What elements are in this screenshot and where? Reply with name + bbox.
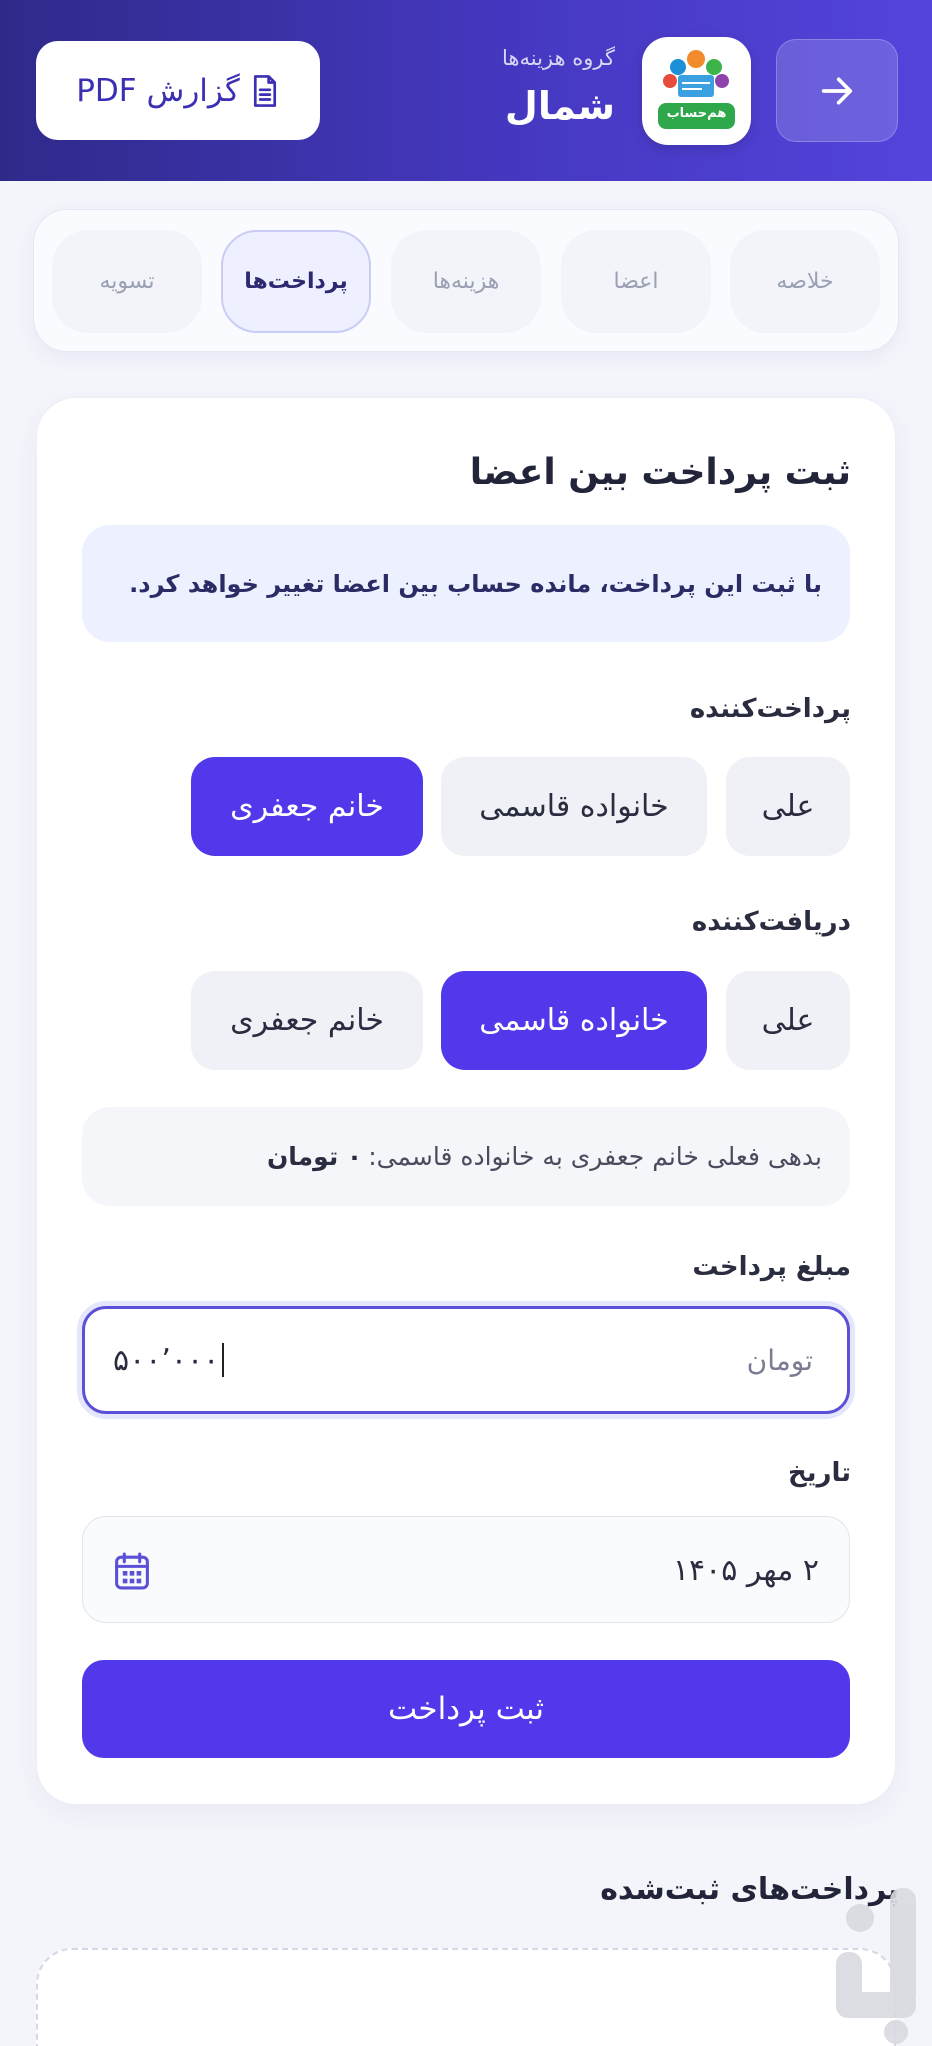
store-watermark-icon <box>836 1888 916 2044</box>
tab-expenses[interactable]: هزینه‌ها <box>391 230 541 333</box>
receiver-option-ghasemi[interactable]: خانواده قاسمی <box>441 971 707 1070</box>
date-label: تاریخ <box>788 1458 851 1488</box>
text-caret <box>222 1343 225 1377</box>
tab-summary[interactable]: خلاصه <box>730 230 880 333</box>
receiver-label: دریافت‌کننده <box>691 907 851 937</box>
document-icon <box>253 74 276 107</box>
group-subtitle: گروه هزینه‌ها <box>502 46 615 70</box>
logo-text: هم‌حساب <box>666 106 727 121</box>
payer-label: پرداخت‌کننده <box>689 694 851 724</box>
app-header: هم‌حساب گروه هزینه‌ها شمال گزارش PDF <box>0 0 932 181</box>
submit-payment-button[interactable]: ثبت پرداخت <box>82 1660 850 1758</box>
calendar-icon <box>115 1552 149 1590</box>
amount-input[interactable]: تومان ۵۰۰٬۰۰۰ <box>82 1306 850 1414</box>
group-title: شمال <box>504 84 615 128</box>
amount-value-text: ۵۰۰٬۰۰۰ <box>113 1342 220 1378</box>
debt-amount: ۰ تومان <box>266 1142 363 1171</box>
payments-list-empty <box>36 1948 896 2046</box>
tab-members[interactable]: اعضا <box>561 230 711 333</box>
tab-bar: خلاصه اعضا هزینه‌ها پرداخت‌ها تسویه <box>33 209 899 352</box>
tab-payments[interactable]: پرداخت‌ها <box>221 230 371 333</box>
tab-settlement[interactable]: تسویه <box>52 230 202 333</box>
pdf-report-label: گزارش PDF <box>76 72 240 109</box>
receiver-option-jafari[interactable]: خانم جعفری <box>191 971 423 1070</box>
arrow-right-icon <box>821 77 853 104</box>
date-value: ۲ مهر ۱۴۰۵ <box>672 1553 819 1588</box>
form-title: ثبت پرداخت بین اعضا <box>469 452 851 493</box>
amount-unit: تومان <box>746 1343 813 1377</box>
back-button[interactable] <box>776 39 898 142</box>
payer-option-ali[interactable]: علی <box>726 757 850 856</box>
payer-option-ghasemi[interactable]: خانواده قاسمی <box>441 757 707 856</box>
info-text: با ثبت این پرداخت، مانده حساب بین اعضا ت… <box>129 569 822 598</box>
info-notice: با ثبت این پرداخت، مانده حساب بین اعضا ت… <box>82 525 850 642</box>
app-logo: هم‌حساب <box>642 37 751 145</box>
payer-option-jafari[interactable]: خانم جعفری <box>191 757 423 856</box>
current-debt-box: بدهی فعلی خانم جعفری به خانواده قاسمی: ۰… <box>82 1107 850 1206</box>
amount-value: ۵۰۰٬۰۰۰ <box>113 1309 225 1411</box>
debt-text: بدهی فعلی خانم جعفری به خانواده قاسمی: <box>368 1142 822 1171</box>
amount-label: مبلغ پرداخت <box>692 1252 851 1282</box>
receiver-option-ali[interactable]: علی <box>726 971 850 1070</box>
date-picker[interactable]: ۲ مهر ۱۴۰۵ <box>82 1516 850 1623</box>
pdf-report-button[interactable]: گزارش PDF <box>36 41 320 140</box>
